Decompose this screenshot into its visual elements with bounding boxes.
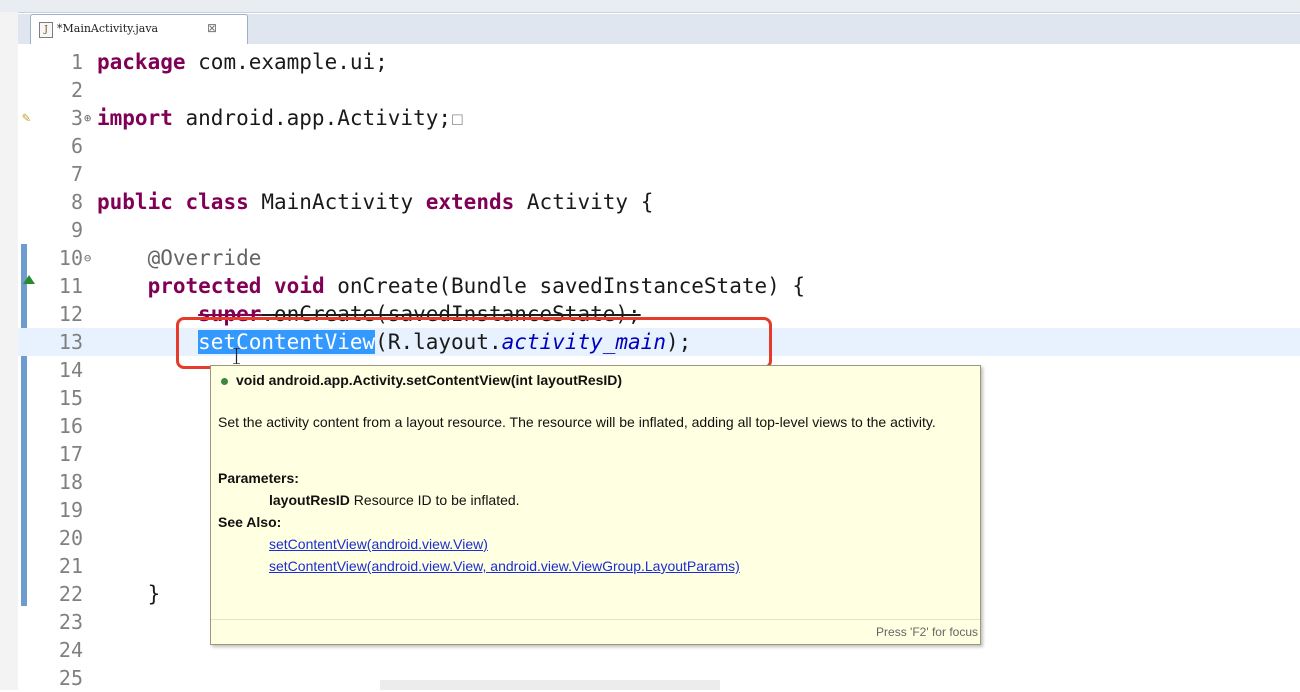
code-token: } <box>97 582 161 606</box>
focus-hint: Press 'F2' for focus <box>876 625 978 639</box>
tooltip-footer: Press 'F2' for focus <box>211 619 980 644</box>
code-line[interactable]: 10 ⊖ @Override <box>18 244 1300 272</box>
line-number: 20 <box>58 526 83 550</box>
javadoc-tooltip[interactable]: void android.app.Activity.setContentView… <box>210 365 981 645</box>
line-number: 14 <box>58 358 83 382</box>
line-number: 24 <box>58 638 83 662</box>
left-side-strip <box>0 12 18 690</box>
public-method-icon <box>221 377 228 385</box>
code-line[interactable]: 3 ⊕ import android.app.Activity;☐ <box>18 104 1300 132</box>
line-number: 12 <box>58 302 83 326</box>
parameter-description: Resource ID to be inflated. <box>349 492 520 508</box>
window-top-bar <box>0 0 1300 13</box>
code-token: MainActivity <box>248 190 426 214</box>
line-number: 16 <box>58 414 83 438</box>
line-number: 25 <box>58 666 83 690</box>
text-cursor-icon <box>233 348 240 364</box>
close-icon[interactable]: ⊠ <box>207 21 217 35</box>
code-token: com.example.ui; <box>185 50 388 74</box>
code-text: import android.app.Activity;☐ <box>97 104 464 132</box>
lightbulb-marker-icon[interactable]: ✎ <box>22 110 30 126</box>
override-marker-icon <box>23 275 35 284</box>
line-number: 13 <box>58 330 83 354</box>
code-text: @Override <box>97 244 262 272</box>
parameter-name: layoutResID <box>269 492 350 508</box>
collapsed-block-icon[interactable]: ☐ <box>451 106 464 130</box>
code-text: protected void onCreate(Bundle savedInst… <box>97 272 805 300</box>
code-text: public class MainActivity extends Activi… <box>97 188 653 216</box>
code-token: onCreate(Bundle savedInstanceState) { <box>324 274 806 298</box>
tab-label: *MainActivity.java <box>57 22 159 35</box>
line-number: 18 <box>58 470 83 494</box>
code-token: extends <box>425 190 515 214</box>
code-text: } <box>97 580 161 608</box>
line-number: 9 <box>70 218 83 242</box>
code-token: Activity { <box>514 190 654 214</box>
line-number: 1 <box>70 50 83 74</box>
line-number: 15 <box>58 386 83 410</box>
method-description: Set the activity content from a layout r… <box>218 414 936 430</box>
line-number: 2 <box>70 78 83 102</box>
line-number: 8 <box>70 190 83 214</box>
blurred-text <box>380 680 720 690</box>
see-also-heading: See Also: <box>218 514 282 530</box>
code-text: package com.example.ui; <box>97 48 388 76</box>
java-file-icon: J <box>39 22 53 38</box>
code-token: package <box>97 50 186 74</box>
code-line[interactable]: 8 public class MainActivity extends Activ… <box>18 188 1300 216</box>
see-also-link[interactable]: setContentView(android.view.View, androi… <box>269 558 740 574</box>
fold-toggle-icon[interactable]: ⊖ <box>84 244 91 272</box>
code-line[interactable]: 1 package com.example.ui; <box>18 48 1300 76</box>
parameters-heading: Parameters: <box>218 470 299 486</box>
fold-toggle-icon[interactable]: ⊕ <box>84 104 91 132</box>
line-number: 7 <box>70 162 83 186</box>
code-line[interactable]: 7 <box>18 160 1300 188</box>
line-number: 21 <box>58 554 83 578</box>
highlight-annotation-box <box>176 317 772 369</box>
code-line[interactable]: 6 <box>18 132 1300 160</box>
line-number: 6 <box>70 134 83 158</box>
line-number: 10 <box>58 246 83 270</box>
line-number: 19 <box>58 498 83 522</box>
code-line[interactable]: 11 protected void onCreate(Bundle savedI… <box>18 272 1300 300</box>
line-number: 23 <box>58 610 83 634</box>
code-token: protected <box>147 274 262 298</box>
method-signature: void android.app.Activity.setContentView… <box>221 372 622 388</box>
code-token: public <box>97 190 173 214</box>
code-line[interactable]: 2 <box>18 76 1300 104</box>
see-also-link[interactable]: setContentView(android.view.View) <box>269 536 488 552</box>
tab-main-activity[interactable]: J *MainActivity.java ⊠ <box>30 14 248 44</box>
code-token: class <box>185 190 249 214</box>
signature-text: void android.app.Activity.setContentView… <box>236 372 623 388</box>
code-token: void <box>274 274 325 298</box>
code-token: import <box>97 106 173 130</box>
code-token: @Override <box>97 246 262 270</box>
editor-tab-bar: J *MainActivity.java ⊠ <box>18 14 1300 44</box>
parameter-entry: layoutResID Resource ID to be inflated. <box>269 492 520 508</box>
line-number: 22 <box>58 582 83 606</box>
code-token: android.app.Activity; <box>172 106 452 130</box>
line-number: 17 <box>58 442 83 466</box>
code-line[interactable]: 9 <box>18 216 1300 244</box>
